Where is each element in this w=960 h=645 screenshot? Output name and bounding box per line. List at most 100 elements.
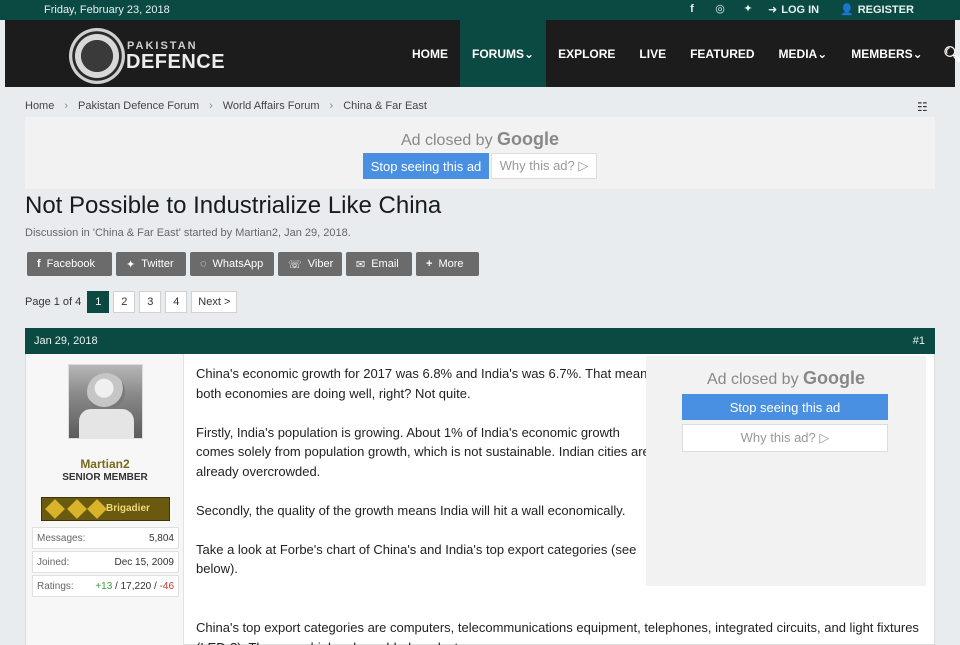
why-this-ad-button[interactable]: Why this ad? ▷: [491, 153, 597, 179]
rank-badge: Brigadier: [41, 497, 170, 521]
stat-joined-value: Dec 15, 2009: [114, 557, 175, 568]
ratings-positive: +13: [95, 581, 113, 592]
top-bar: Friday, February 23, 2018 f ◎ ✦ ➜ LOG IN…: [0, 0, 960, 20]
nav-media[interactable]: MEDIA ⌄: [767, 20, 840, 87]
breadcrumb-forum[interactable]: Pakistan Defence Forum: [78, 100, 199, 112]
ratings-neutral: / 17,220 /: [112, 581, 160, 592]
share-twitter-label: Twitter: [141, 258, 174, 270]
ad-closed-prefix: Ad closed by: [400, 132, 498, 149]
search-icon[interactable]: 🔍︎: [935, 45, 960, 63]
breadcrumb-home[interactable]: Home: [25, 100, 54, 112]
nav-explore[interactable]: EXPLORE: [546, 20, 627, 87]
avatar-helmet-icon: [87, 373, 125, 411]
post-paragraph: Firstly, India's population is growing. …: [196, 424, 650, 479]
facebook-icon[interactable]: f: [685, 3, 699, 15]
ad-closed-text: Ad closed by Google: [25, 129, 935, 150]
ad-closed-brand: Google: [803, 368, 866, 388]
post-header: Jan 29, 2018 #1: [25, 328, 935, 354]
thread-meta: Discussion in 'China & Far East' started…: [25, 227, 351, 239]
nav-home[interactable]: HOME: [400, 20, 460, 87]
breadcrumb-china[interactable]: China & Far East: [343, 100, 427, 112]
ratings-negative: -46: [159, 581, 174, 592]
ad-closed-brand: Google: [497, 129, 560, 149]
register-link[interactable]: 👤 REGISTER: [840, 3, 914, 17]
share-facebook-label: Facebook: [46, 258, 95, 270]
breadcrumb: Home › Pakistan Defence Forum › World Af…: [25, 100, 427, 112]
page-4-button[interactable]: 4: [165, 291, 188, 313]
chevron-down-icon: ⌄: [912, 46, 923, 61]
facebook-icon: f: [37, 258, 41, 270]
rank-star-icon: [87, 499, 107, 519]
share-whatsapp-label: WhatsApp: [212, 258, 264, 270]
rank-label: Brigadier: [106, 503, 150, 514]
post-paragraph: China's top export categories are comput…: [196, 620, 919, 645]
main-navbar: PAKISTAN DEFENCE HOME FORUMS ⌄ EXPLORE L…: [5, 20, 960, 87]
rank-star-icon: [67, 499, 87, 519]
current-date: Friday, February 23, 2018: [44, 4, 170, 16]
user-title: SENIOR MEMBER: [62, 472, 148, 483]
share-email-button[interactable]: ✉ Email: [346, 252, 412, 276]
post-number[interactable]: #1: [913, 335, 925, 347]
stat-messages: Messages: 5,804: [32, 527, 179, 549]
why-this-ad-button[interactable]: Why this ad? ▷: [682, 424, 888, 452]
login-link[interactable]: ➜ LOG IN: [768, 3, 820, 17]
share-twitter-button[interactable]: ✦ Twitter: [116, 252, 186, 276]
sitemap-icon[interactable]: ☷: [917, 100, 928, 114]
nav-featured[interactable]: FEATURED: [678, 20, 766, 87]
post-paragraph: Secondly, the quality of the growth mean…: [196, 502, 626, 518]
stat-messages-value[interactable]: 5,804: [149, 533, 174, 544]
thread-title: Not Possible to Industrialize Like China: [25, 192, 442, 219]
ad-closed-prefix: Ad closed by: [706, 371, 804, 388]
stat-ratings: Ratings: +13 / 17,220 / -46: [32, 575, 179, 597]
username[interactable]: Martian2: [26, 457, 184, 471]
nav-forums-label: FORUMS: [472, 46, 524, 61]
rank-star-icon: [45, 499, 65, 519]
ad-inline: Ad closed by Google Stop seeing this ad …: [646, 356, 926, 586]
share-buttons: f Facebook ✦ Twitter ◌ WhatsApp ☏ Viber …: [27, 252, 479, 276]
share-more-button[interactable]: + More: [416, 252, 479, 276]
next-page-button[interactable]: Next >: [191, 291, 238, 313]
chevron-right-icon: ›: [329, 100, 334, 112]
stop-seeing-ad-button[interactable]: Stop seeing this ad: [682, 394, 888, 420]
post-paragraph: Take a look at Forbe's chart of China's …: [196, 541, 637, 577]
twitter-icon: ✦: [126, 258, 136, 271]
page-1-button[interactable]: 1: [87, 291, 110, 313]
plus-icon: +: [426, 258, 433, 270]
login-label: LOG IN: [781, 3, 820, 16]
logo-line2: DEFENCE: [126, 51, 226, 73]
site-logo[interactable]: PAKISTAN DEFENCE: [69, 26, 225, 84]
chevron-right-icon: ›: [209, 100, 213, 112]
logo-emblem-icon: [69, 28, 125, 84]
share-whatsapp-button[interactable]: ◌ WhatsApp: [190, 252, 274, 276]
stop-seeing-ad-button[interactable]: Stop seeing this ad: [363, 153, 489, 179]
stat-joined: Joined: Dec 15, 2009: [32, 551, 179, 573]
share-facebook-button[interactable]: f Facebook: [27, 252, 112, 276]
nav-members[interactable]: MEMBERS ⌄: [839, 20, 934, 87]
breadcrumb-world-affairs[interactable]: World Affairs Forum: [223, 100, 320, 112]
share-viber-label: Viber: [307, 258, 334, 270]
chevron-right-icon: ›: [64, 100, 69, 112]
register-label: REGISTER: [857, 3, 914, 16]
post-date[interactable]: Jan 29, 2018: [34, 335, 98, 347]
post-message: China's economic growth for 2017 was 6.8…: [196, 364, 656, 598]
avatar-suit-icon: [79, 409, 134, 439]
whatsapp-icon: ◌: [200, 258, 207, 270]
page-3-button[interactable]: 3: [139, 291, 162, 313]
page-count-label: Page 1 of 4: [25, 296, 82, 308]
share-viber-button[interactable]: ☏ Viber: [278, 252, 342, 276]
stat-ratings-label: Ratings:: [37, 581, 74, 592]
nav-forums[interactable]: FORUMS ⌄: [460, 20, 547, 87]
avatar[interactable]: [68, 364, 143, 439]
login-icon: ➜: [768, 4, 778, 16]
nav-menu: HOME FORUMS ⌄ EXPLORE LIVE FEATURED MEDI…: [400, 20, 960, 87]
nav-media-label: MEDIA: [778, 46, 818, 61]
page-2-button[interactable]: 2: [113, 291, 136, 313]
social-links: f ◎ ✦: [685, 2, 755, 16]
nav-live[interactable]: LIVE: [627, 20, 678, 87]
page-nav: Page 1 of 4 1 2 3 4 Next >: [25, 291, 238, 313]
stat-joined-label: Joined:: [37, 557, 70, 568]
twitter-icon[interactable]: ✦: [741, 2, 755, 15]
email-icon: ✉: [356, 258, 366, 271]
instagram-icon[interactable]: ◎: [713, 2, 727, 15]
post-paragraph: China's economic growth for 2017 was 6.8…: [196, 366, 654, 401]
